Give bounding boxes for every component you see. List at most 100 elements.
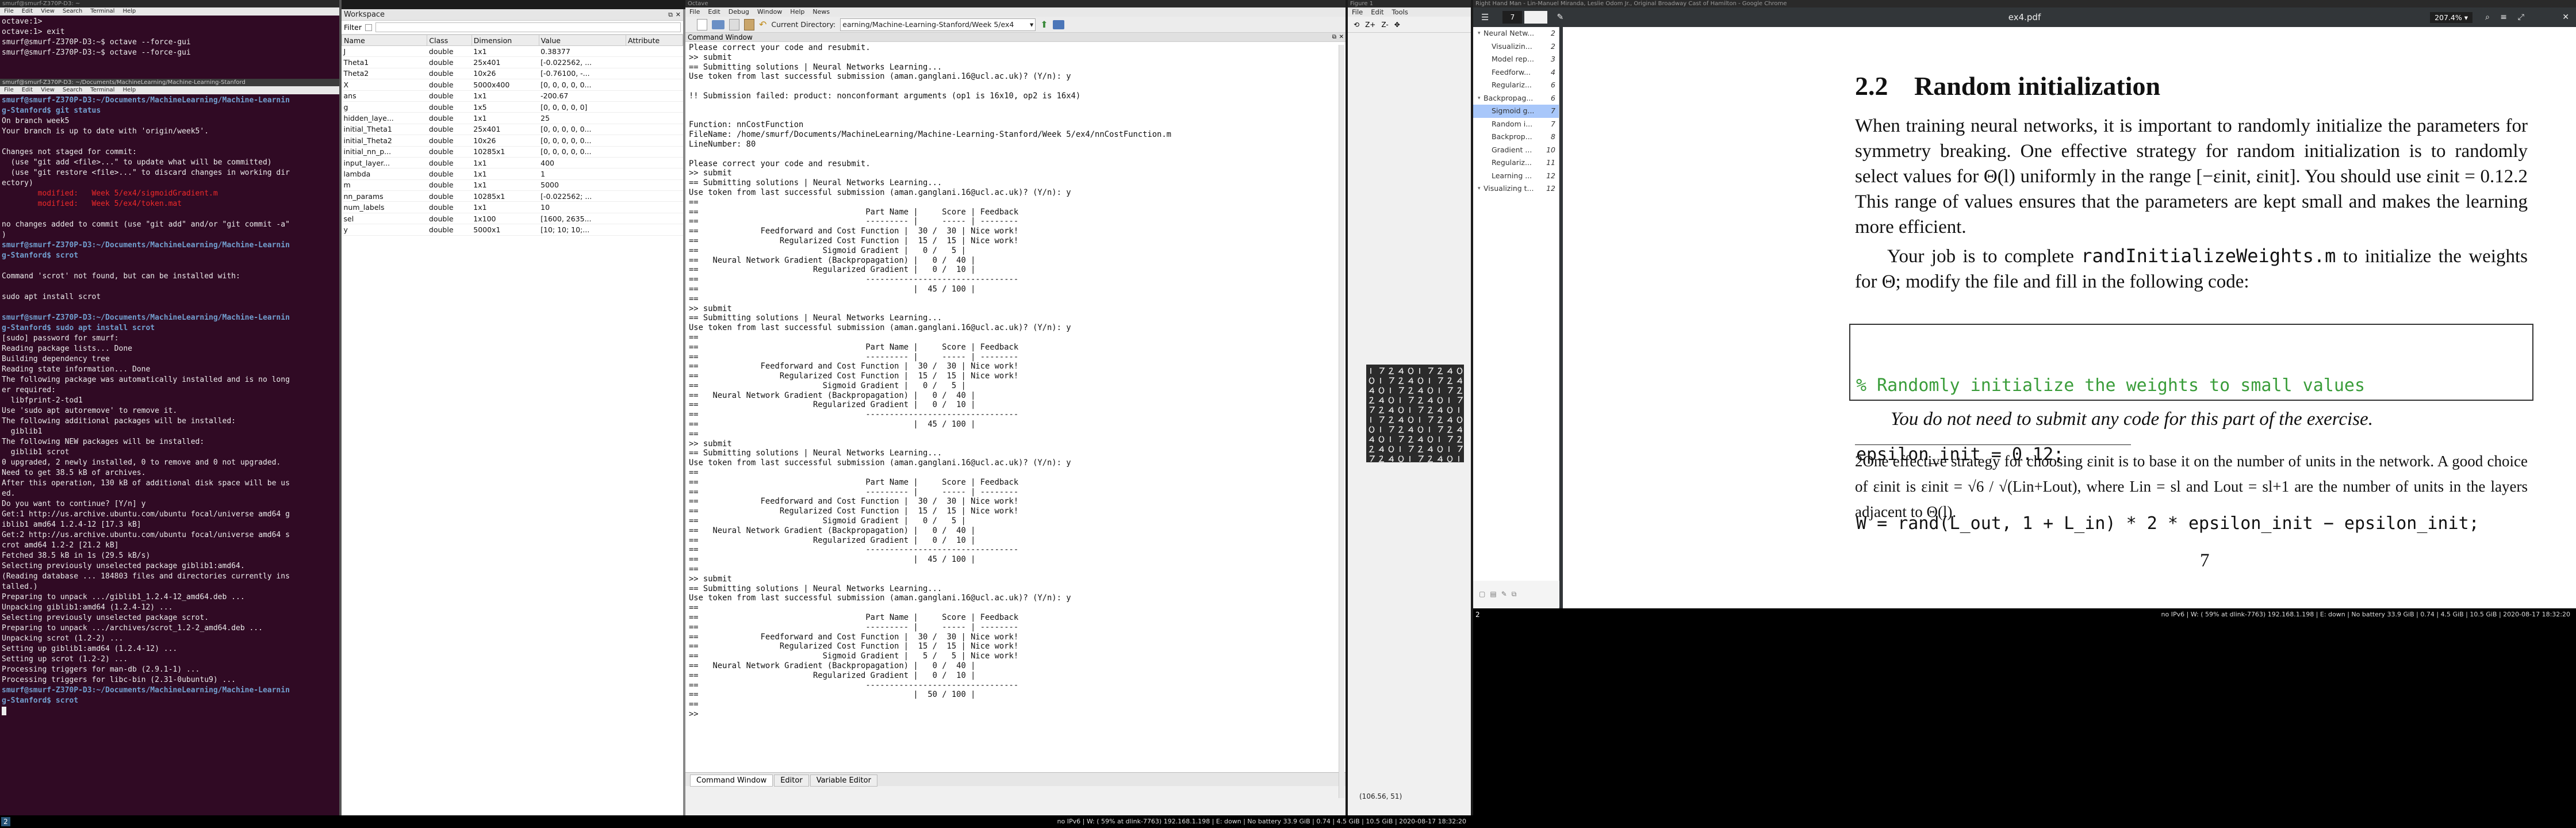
workspace-column-header[interactable]: Attribute: [626, 34, 683, 46]
up-directory-icon[interactable]: ⬆: [1040, 19, 1048, 30]
figure-menu-edit[interactable]: Edit: [1367, 8, 1387, 16]
zoom-in-icon[interactable]: Z+: [1365, 21, 1375, 29]
terminal2-menu-terminal[interactable]: Terminal: [86, 87, 118, 93]
draw-icon[interactable]: ✎: [1557, 13, 1563, 22]
pan-icon[interactable]: ✥: [1394, 21, 1400, 29]
search-icon[interactable]: ⌕: [2485, 13, 2490, 22]
workspace-row[interactable]: initial_Theta2 double 10x26 [0, 0, 0, 0, 0.…: [342, 135, 683, 147]
attachment-icon[interactable]: ⧉: [1512, 590, 1517, 599]
command-window[interactable]: Please correct your code and resubmit. >>…: [685, 42, 1346, 772]
workspace-indicator[interactable]: 2: [1475, 611, 1480, 619]
outline-item[interactable]: ▾ Visualizing t... 12: [1473, 182, 1559, 195]
rotate-icon[interactable]: ⟲: [1354, 21, 1359, 29]
terminal2-menu-help[interactable]: Help: [118, 87, 140, 93]
expand-triangle-icon[interactable]: ▾: [1478, 182, 1483, 195]
workspace-row[interactable]: hidden_laye... double 1x1 25: [342, 112, 683, 124]
expand-triangle-icon[interactable]: [1486, 170, 1492, 183]
workspace-row[interactable]: Xdouble 5000x400 [0, 0, 0, 0, 0...: [342, 79, 683, 91]
octave-menu-file[interactable]: File: [685, 8, 704, 16]
workspace-row[interactable]: nn_params double 10285x1 [-0.022562; ...: [342, 190, 683, 202]
filter-input[interactable]: [375, 22, 681, 32]
outline-item[interactable]: Sigmoid g... 7: [1473, 105, 1559, 118]
expand-triangle-icon[interactable]: [1486, 156, 1492, 170]
zoom-box[interactable]: 207.4% ▾: [2430, 12, 2472, 23]
outline-item[interactable]: Random i... 7: [1473, 118, 1559, 131]
workspace-column-header[interactable]: Class: [427, 34, 472, 46]
thumbnail-view-icon[interactable]: ▢: [1479, 590, 1485, 598]
undock-icon[interactable]: ⧉: [668, 9, 673, 21]
workspace-row[interactable]: Theta1 double 25x401 [-0.022562, ...: [342, 56, 683, 68]
close-icon[interactable]: ✕: [1339, 33, 1344, 42]
workspace-row[interactable]: Theta2 double 10x26 [-0.76100, -...: [342, 68, 683, 80]
octave-menu-debug[interactable]: Debug: [724, 8, 753, 16]
workspace-column-header[interactable]: Name: [342, 34, 428, 46]
terminal-menu-help[interactable]: Help: [118, 8, 140, 14]
terminal2-menu-file[interactable]: File: [0, 87, 18, 93]
undo-icon[interactable]: ↶: [759, 19, 766, 30]
figure-canvas[interactable]: [1348, 33, 1471, 798]
zoom-out-icon[interactable]: Z-: [1381, 21, 1388, 29]
expand-triangle-icon[interactable]: [1486, 79, 1492, 92]
terminal2-menu-search[interactable]: Search: [59, 87, 86, 93]
octave-menu-news[interactable]: News: [808, 8, 834, 16]
expand-triangle-icon[interactable]: [1486, 105, 1492, 118]
octave-menu-help[interactable]: Help: [786, 8, 808, 16]
workspace-row[interactable]: initial_Theta1 double 25x401 [0, 0, 0, 0, 0…: [342, 124, 683, 136]
page-input[interactable]: 7: [1502, 11, 1523, 24]
workspace-button[interactable]: 2: [1, 817, 10, 826]
workspace-row[interactable]: Jdouble 1x1 0.38377: [342, 45, 683, 57]
outline-item[interactable]: ▾ Neural Netw... 2: [1473, 27, 1559, 40]
workspace-row[interactable]: lambda double 1x1 1: [342, 168, 683, 180]
outline-item[interactable]: ▾ Backpropag... 6: [1473, 92, 1559, 105]
workspace-row[interactable]: initial_nn_p... double 10285x1 [0, 0, 0, 0,…: [342, 146, 683, 158]
tab-command-window[interactable]: Command Window: [690, 775, 773, 787]
workspace-row[interactable]: y double 5000x1 [10; 10; 10;...: [342, 224, 683, 236]
workspace-row[interactable]: num_labels double 1x1 10: [342, 201, 683, 213]
terminal-menu-view[interactable]: View: [37, 8, 59, 14]
undock-icon[interactable]: ⧉: [1332, 33, 1336, 42]
workspace-row[interactable]: ans double 1x1 -200.67: [342, 90, 683, 102]
expand-triangle-icon[interactable]: [1486, 40, 1492, 53]
paste-icon[interactable]: [744, 18, 754, 30]
outline-item[interactable]: Visualizin... 2: [1473, 40, 1559, 53]
filter-checkbox[interactable]: [365, 24, 372, 31]
browse-folder-icon[interactable]: [1052, 20, 1064, 29]
octave-menu-window[interactable]: Window: [753, 8, 786, 16]
expand-triangle-icon[interactable]: [1486, 118, 1492, 131]
outline-item[interactable]: Gradient ... 10: [1473, 144, 1559, 157]
expand-triangle-icon[interactable]: [1486, 144, 1492, 157]
terminal-menu-search[interactable]: Search: [59, 8, 86, 14]
workspace-row[interactable]: g double 1x5 [0, 0, 0, 0, 0]: [342, 101, 683, 113]
outline-item[interactable]: Learning ... 12: [1473, 170, 1559, 183]
outline-item[interactable]: Regulariz... 11: [1473, 156, 1559, 170]
terminal-menu-terminal[interactable]: Terminal: [86, 8, 118, 14]
outline-item[interactable]: Backprop... 8: [1473, 131, 1559, 144]
terminal-menu-edit[interactable]: Edit: [18, 8, 37, 14]
terminal2-menu-edit[interactable]: Edit: [18, 87, 37, 93]
tab-variable-editor[interactable]: Variable Editor: [810, 775, 877, 787]
annotation-icon[interactable]: ✎: [1501, 590, 1507, 598]
new-file-icon[interactable]: [697, 18, 707, 30]
outline-item[interactable]: Regulariz... 6: [1473, 79, 1559, 92]
outline-item[interactable]: Feedforw... 4: [1473, 66, 1559, 79]
expand-triangle-icon[interactable]: ▾: [1478, 92, 1483, 105]
close-icon[interactable]: ✕: [676, 9, 681, 21]
workspace-row[interactable]: m double 1x1 5000: [342, 179, 683, 191]
workspace-row[interactable]: sel double 1x100 [1600, 2635...: [342, 213, 683, 225]
open-folder-icon[interactable]: [712, 20, 724, 29]
current-dir-select[interactable]: earning/Machine-Learning-Stanford/Week 5…: [840, 18, 1036, 31]
menu-icon[interactable]: ≡: [2500, 13, 2507, 22]
expand-triangle-icon[interactable]: [1486, 131, 1492, 144]
workspace-column-header[interactable]: Value: [538, 34, 627, 46]
outline-view-icon[interactable]: ▤: [1490, 590, 1496, 598]
tab-editor[interactable]: Editor: [774, 775, 809, 787]
terminal-output[interactable]: smurf@smurf-Z370P-D3:~/Documents/Machine…: [0, 94, 339, 815]
figure-menu-tools[interactable]: Tools: [1388, 8, 1412, 16]
terminal-menu-file[interactable]: File: [0, 8, 18, 14]
expand-triangle-icon[interactable]: ▾: [1478, 27, 1483, 40]
expand-triangle-icon[interactable]: [1486, 66, 1492, 79]
copy-icon[interactable]: [729, 18, 739, 30]
octave-scrollbar[interactable]: [1339, 45, 1344, 798]
outline-item[interactable]: Model rep... 3: [1473, 53, 1559, 66]
fit-icon[interactable]: ⤢: [2518, 13, 2524, 22]
